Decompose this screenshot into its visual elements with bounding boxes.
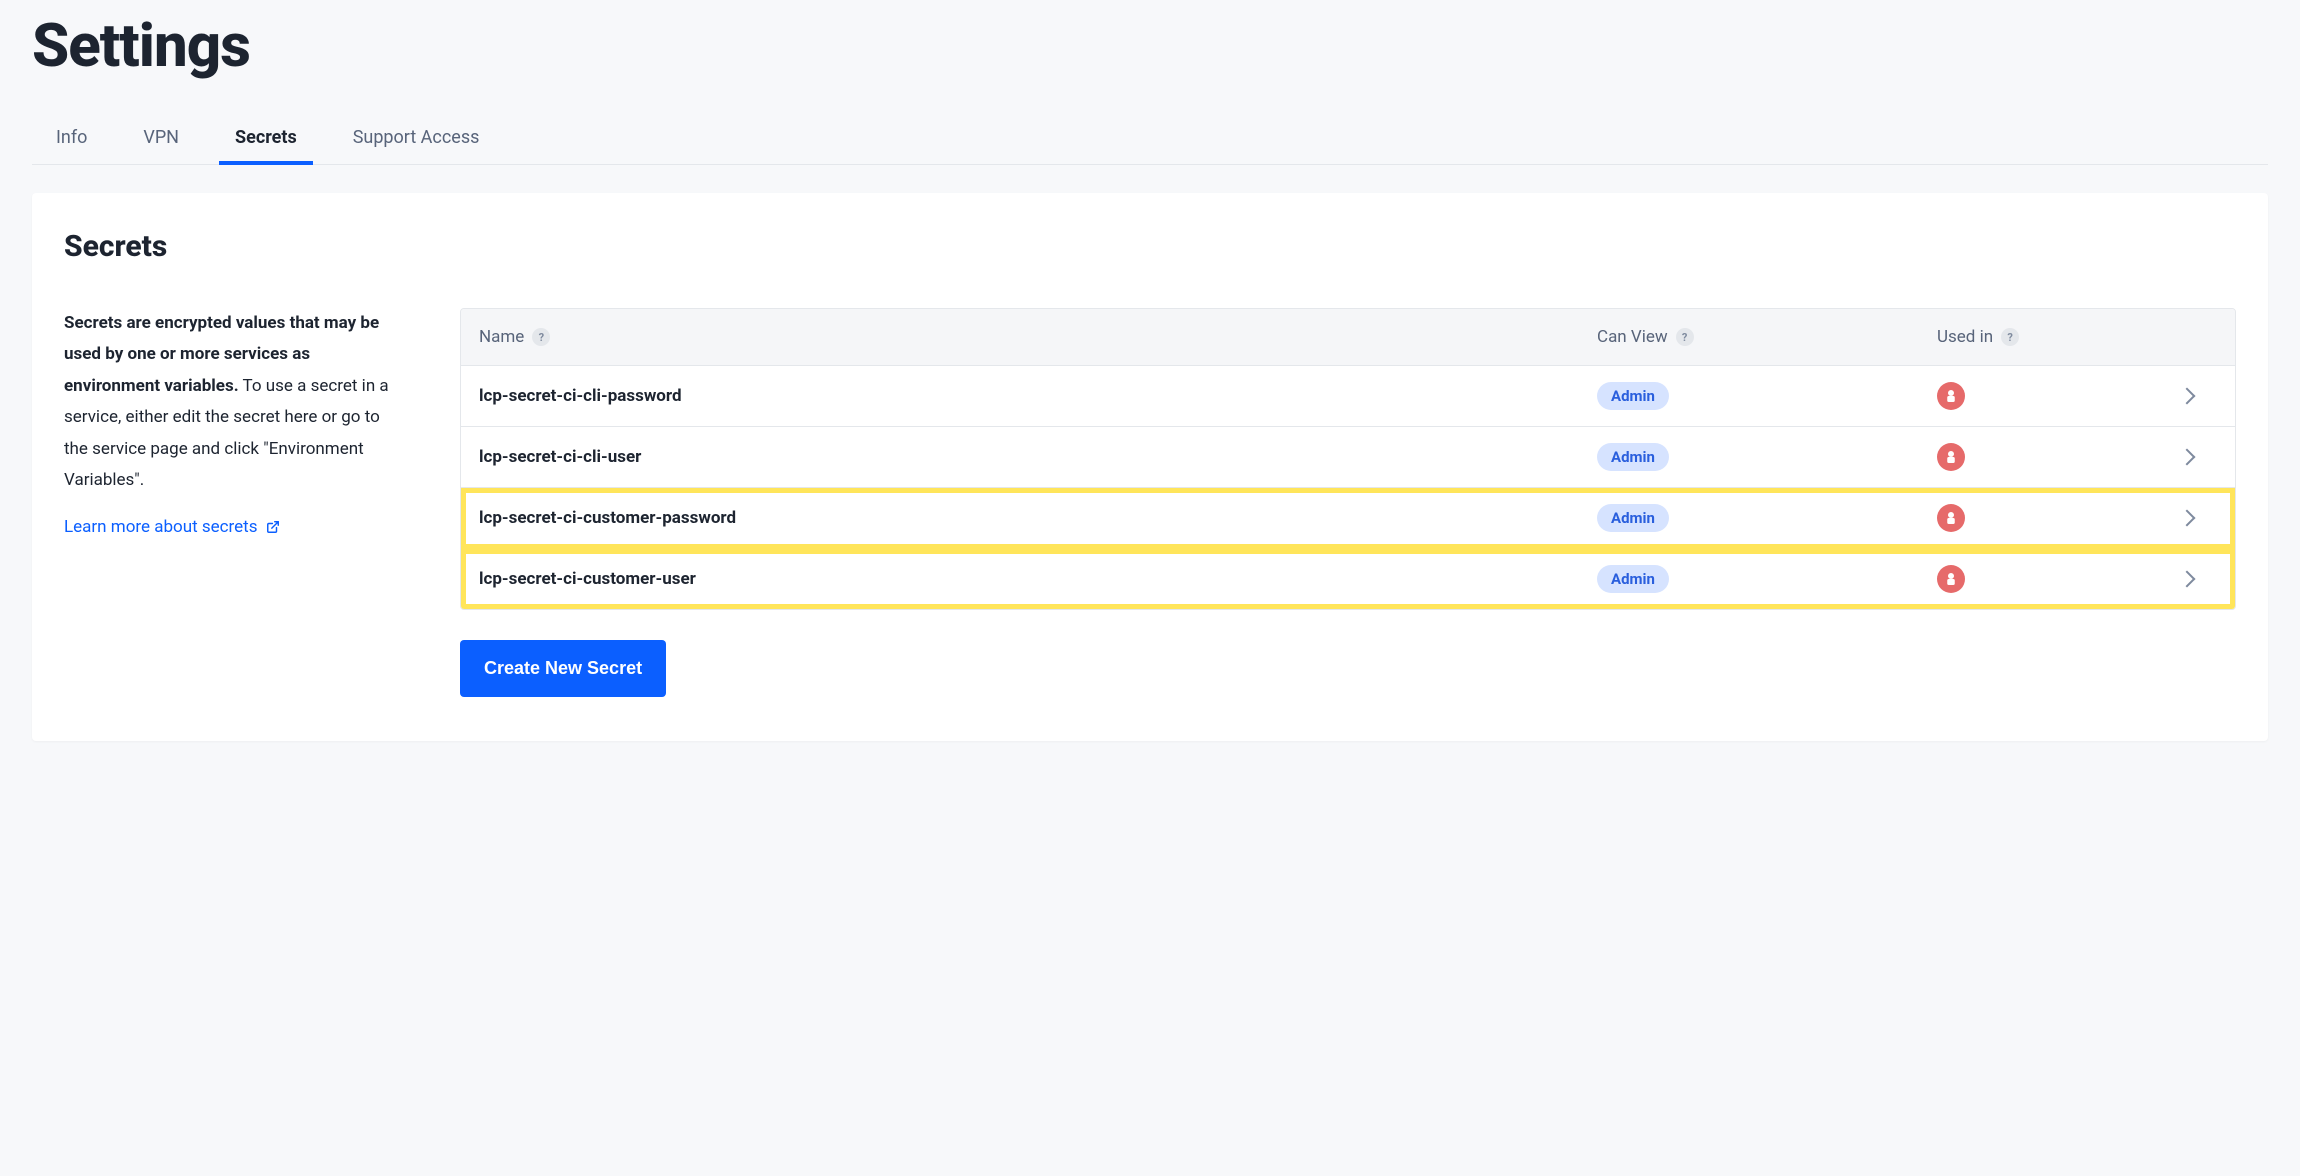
col-name: Name ?: [479, 327, 1597, 347]
can-view-badge: Admin: [1597, 504, 1669, 532]
help-icon[interactable]: ?: [1676, 328, 1694, 346]
section-title: Secrets: [64, 229, 2236, 264]
can-view-badge: Admin: [1597, 443, 1669, 471]
col-used-in: Used in ?: [1937, 327, 2157, 347]
ci-service-icon: [1937, 382, 1965, 410]
help-icon[interactable]: ?: [532, 328, 550, 346]
tab-vpn[interactable]: VPN: [139, 117, 183, 164]
secret-name: lcp-secret-ci-customer-password: [479, 508, 1597, 528]
table-header: Name ? Can View ? Used in ?: [461, 309, 2235, 366]
secrets-table-container: Name ? Can View ? Used in ?: [460, 308, 2236, 697]
col-used-in-label: Used in: [1937, 327, 1993, 347]
create-new-secret-button[interactable]: Create New Secret: [460, 640, 666, 697]
tabs: Info VPN Secrets Support Access: [32, 117, 2268, 165]
page-title: Settings: [32, 10, 2268, 81]
secret-name: lcp-secret-ci-cli-user: [479, 447, 1597, 467]
table-row[interactable]: lcp-secret-ci-customer-user Admin: [461, 549, 2235, 609]
can-view-badge: Admin: [1597, 382, 1669, 410]
secret-name: lcp-secret-ci-customer-user: [479, 569, 1597, 589]
ci-service-icon: [1937, 504, 1965, 532]
secrets-panel: Secrets Secrets are encrypted values tha…: [32, 193, 2268, 741]
table-row[interactable]: lcp-secret-ci-cli-password Admin: [461, 366, 2235, 427]
ci-service-icon: [1937, 443, 1965, 471]
table-row[interactable]: lcp-secret-ci-cli-user Admin: [461, 427, 2235, 488]
chevron-right-icon: [2179, 449, 2196, 466]
chevron-right-icon: [2179, 571, 2196, 588]
tab-support-access[interactable]: Support Access: [349, 117, 484, 164]
external-link-icon: [266, 520, 280, 534]
secrets-description: Secrets are encrypted values that may be…: [64, 308, 404, 497]
secrets-table: Name ? Can View ? Used in ?: [460, 308, 2236, 610]
chevron-right-icon: [2179, 388, 2196, 405]
tab-info[interactable]: Info: [52, 117, 91, 164]
tab-secrets[interactable]: Secrets: [231, 117, 301, 164]
secrets-sidebar: Secrets are encrypted values that may be…: [64, 308, 404, 537]
learn-more-label: Learn more about secrets: [64, 517, 258, 537]
col-can-view: Can View ?: [1597, 327, 1937, 347]
col-name-label: Name: [479, 327, 524, 347]
ci-service-icon: [1937, 565, 1965, 593]
secret-name: lcp-secret-ci-cli-password: [479, 386, 1597, 406]
table-row[interactable]: lcp-secret-ci-customer-password Admin: [461, 488, 2235, 549]
learn-more-link[interactable]: Learn more about secrets: [64, 517, 280, 537]
can-view-badge: Admin: [1597, 565, 1669, 593]
chevron-right-icon: [2179, 510, 2196, 527]
col-can-view-label: Can View: [1597, 327, 1668, 347]
help-icon[interactable]: ?: [2001, 328, 2019, 346]
